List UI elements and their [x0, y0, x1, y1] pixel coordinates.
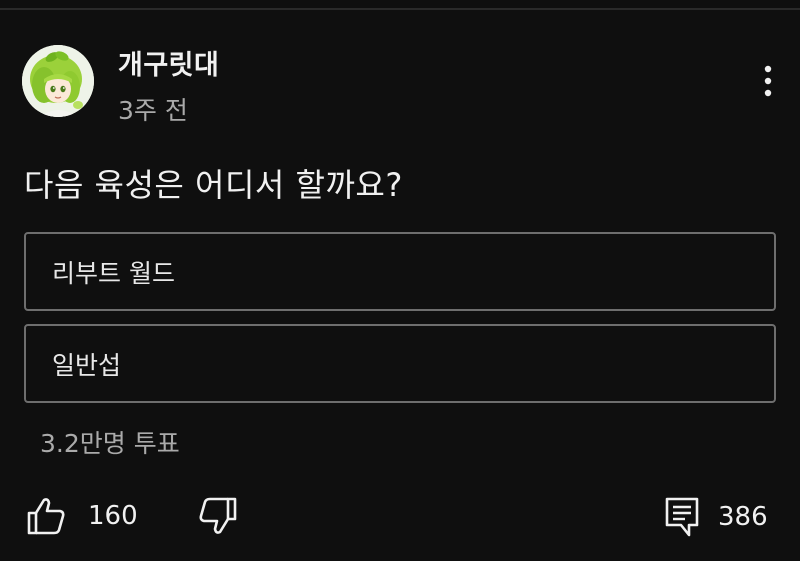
poll-option-label: 일반섭: [52, 350, 122, 380]
author-name[interactable]: 개구릿대: [118, 43, 219, 82]
more-options-button[interactable]: [752, 60, 784, 102]
like-button[interactable]: 160: [26, 496, 138, 536]
vote-count: 3.2만명 투표: [40, 429, 180, 458]
like-count: 160: [88, 501, 138, 531]
poll-option-label: 리부트 월드: [52, 258, 175, 288]
top-divider: [0, 8, 800, 10]
poll-option-2[interactable]: 일반섭: [24, 324, 776, 403]
avatar-image: [22, 45, 94, 117]
comment-count: 386: [718, 502, 768, 532]
post-time: 3주 전: [118, 96, 188, 125]
thumbs-up-icon: [27, 498, 65, 535]
dislike-button[interactable]: [198, 496, 238, 536]
poll-option-1[interactable]: 리부트 월드: [24, 232, 776, 311]
comment-icon: [665, 497, 699, 537]
avatar[interactable]: [22, 45, 94, 117]
comment-button[interactable]: 386: [664, 496, 768, 538]
thumbs-down-icon: [199, 497, 237, 534]
post-question: 다음 육성은 어디서 할까요?: [24, 166, 403, 204]
more-vertical-icon: [764, 65, 772, 97]
community-post: 개구릿대 3주 전 다음 육성은 어디서 할까요? 리부트 월드 일반섭 3.2…: [0, 0, 800, 561]
